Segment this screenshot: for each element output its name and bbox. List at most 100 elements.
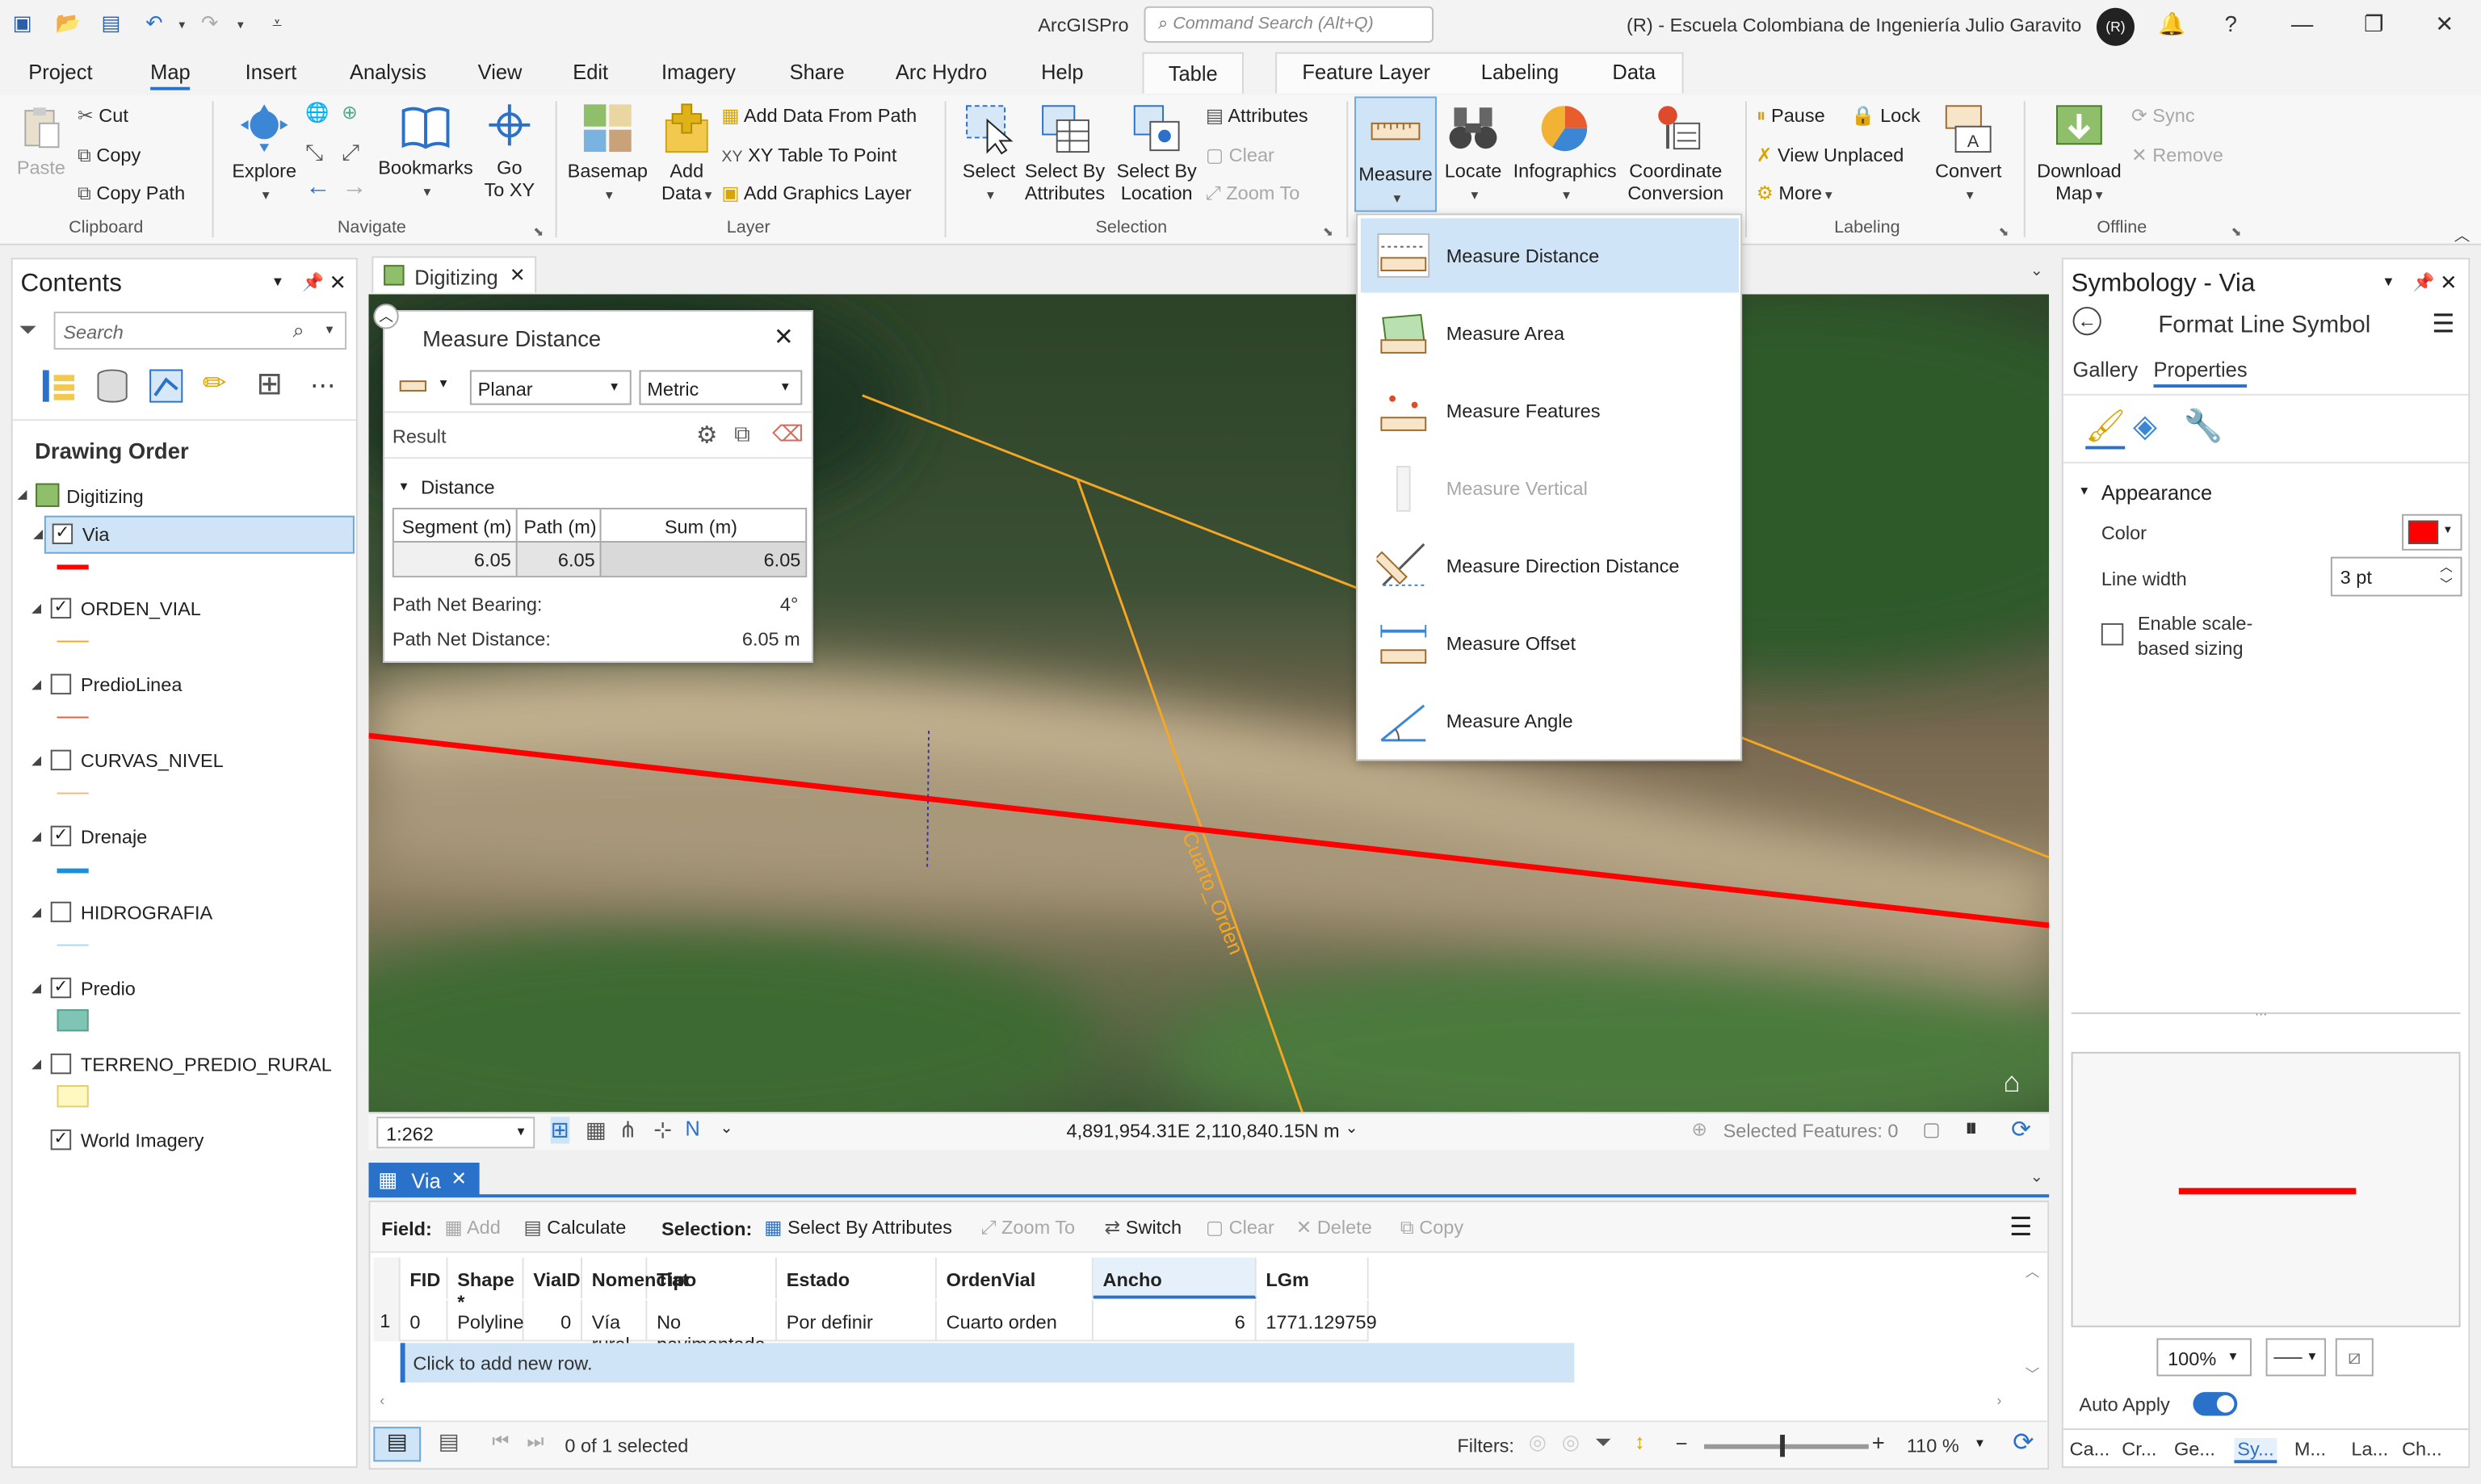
tab-data[interactable]: Data (1612, 60, 1656, 83)
first-record-icon[interactable]: ⏮ (492, 1430, 509, 1453)
explore-button[interactable]: Explore (229, 101, 299, 205)
measure-button[interactable]: Measure (1354, 96, 1437, 212)
zoom-to-table-button[interactable]: ⤢ Zoom To (981, 1217, 1075, 1240)
grid-icon[interactable]: ▦ (586, 1117, 607, 1143)
tab-help[interactable]: Help (1041, 60, 1083, 83)
expand-layer-icon[interactable]: ◢ (31, 1057, 41, 1071)
structure-wrench-icon[interactable]: 🔧 (2184, 407, 2223, 446)
pane-tab[interactable]: Ge... (2174, 1438, 2215, 1460)
help-icon[interactable]: ? (2225, 11, 2237, 36)
forward-arrow-icon[interactable]: → (342, 174, 367, 203)
undo-icon[interactable]: ↶ (145, 11, 162, 36)
attributes-button[interactable]: ▤ Attributes (1206, 104, 1308, 126)
clear-results-eraser-icon[interactable]: ⌫ (772, 421, 804, 447)
notification-bell-icon[interactable]: 🔔 (2158, 11, 2185, 38)
tab-feature-layer[interactable]: Feature Layer (1302, 60, 1430, 83)
zoom-to-selection-button[interactable]: ⤢ Zoom To (1206, 182, 1299, 205)
layer-visibility-checkbox[interactable] (50, 749, 72, 771)
tab-insert[interactable]: Insert (246, 60, 297, 83)
restore-icon[interactable]: ❐ (2364, 11, 2384, 38)
measure-units-select[interactable]: Metric ▾ (639, 370, 803, 405)
collapse-panel-icon[interactable]: ︿ (373, 304, 399, 329)
lock-labeling-button[interactable]: 🔒 Lock (1851, 104, 1921, 126)
filter-extent-icon[interactable]: ◎ (1529, 1430, 1547, 1455)
zoom-in-table-icon[interactable]: + (1872, 1430, 1885, 1455)
close-map-tab-icon[interactable]: ✕ (510, 264, 526, 286)
correction-icon[interactable]: ⊹ (653, 1117, 672, 1143)
fixed-zoom-out-icon[interactable]: ⤢ (342, 139, 359, 166)
pause-labeling-button[interactable]: ⏸ Pause (1757, 104, 1825, 128)
table-cell[interactable]: 0 (523, 1300, 582, 1342)
pin-icon[interactable]: 📌 (302, 272, 324, 293)
tab-digitizing[interactable]: Digitizing ✕ (372, 256, 537, 293)
locate-button[interactable]: Locate (1440, 101, 1506, 205)
data-source-icon[interactable] (95, 367, 130, 405)
select-button[interactable]: Select (954, 101, 1023, 205)
measure-tool-selector[interactable]: ▾ (393, 370, 462, 401)
select-by-attributes-button[interactable]: Select By Attributes (1021, 101, 1110, 204)
fixed-zoom-in-icon[interactable]: ⤡ (305, 139, 323, 166)
coordinate-conversion-button[interactable]: Coordinate Conversion (1623, 101, 1727, 204)
column-header[interactable]: Shape * (447, 1257, 524, 1313)
spin-down-icon[interactable]: ﹀ (2440, 576, 2453, 593)
table-cell[interactable]: 0 (400, 1300, 448, 1342)
layer-item[interactable]: ✓ World Imagery (13, 1123, 356, 1196)
table-tabs-dropdown-icon[interactable]: ⌄ (2030, 1169, 2043, 1187)
table-cell[interactable]: Cuarto orden (936, 1300, 1094, 1342)
constrain-icon[interactable]: ⊞ (550, 1117, 569, 1144)
layers-icon[interactable]: ◈ (2133, 407, 2157, 446)
close-pane-icon[interactable]: ✕ (2440, 270, 2457, 296)
basemap-button[interactable]: Basemap (563, 101, 652, 205)
filter-selection-icon[interactable]: ◎ (1562, 1430, 1580, 1455)
copy-button[interactable]: ⧉ Copy (78, 144, 141, 167)
splitter-grip-icon[interactable]: ⋯ (2255, 1008, 2268, 1022)
status-dropdown-icon[interactable]: ⌄ (720, 1120, 733, 1138)
layer-item[interactable]: ◢ ✓ Drenaje (13, 820, 356, 892)
table-cell[interactable]: Vía rural (581, 1300, 648, 1356)
preview-no-background-icon[interactable]: ⧄ (2335, 1338, 2374, 1377)
symbology-menu-icon[interactable]: ☰ (2432, 308, 2454, 340)
clear-table-selection-button[interactable]: ▢ Clear (1206, 1217, 1274, 1239)
bookmarks-button[interactable]: Bookmarks (376, 101, 474, 202)
column-header[interactable]: OrdenVial (937, 1257, 1094, 1299)
pane-tab[interactable]: La... (2351, 1438, 2388, 1460)
menu-item-measure-angle[interactable]: Measure Angle (1361, 683, 1739, 757)
filter-icon[interactable]: ⏷ (19, 317, 37, 343)
navigator-icon[interactable]: ⌂ (2003, 1067, 2020, 1100)
column-header[interactable]: Estado (777, 1257, 937, 1299)
add-new-row[interactable]: Click to add new row. (400, 1343, 1575, 1383)
redo-dropdown-icon[interactable]: ▾ (237, 18, 244, 32)
delete-button[interactable]: ✕ Delete (1296, 1217, 1372, 1239)
copy-results-icon[interactable]: ⧉ (734, 421, 750, 447)
column-header[interactable]: FID (401, 1257, 448, 1299)
add-data-from-path-button[interactable]: ▦ Add Data From Path (721, 104, 917, 126)
go-to-xy-button[interactable]: Go To XY (481, 101, 539, 201)
table-cell[interactable]: Por definir (776, 1300, 937, 1342)
pane-options-icon[interactable]: ▾ (2385, 274, 2393, 291)
symbol-properties-brush-icon[interactable]: 🖌 (2085, 407, 2126, 450)
tab-labeling[interactable]: Labeling (1481, 60, 1559, 83)
refresh-selection-icon[interactable]: ▢ (1922, 1118, 1940, 1140)
layer-item[interactable]: ◢ ✓ Via (33, 515, 355, 554)
refresh-map-icon[interactable]: ⟳ (2011, 1115, 2031, 1143)
snapping-view-icon[interactable]: ⊞ (256, 364, 283, 404)
tab-via-table[interactable]: ▦ Via ✕ (368, 1163, 480, 1198)
layer-item[interactable]: ◢ TERRENO_PREDIO_RURAL (13, 1047, 356, 1120)
table-cell[interactable]: No pavimentada (647, 1300, 777, 1356)
add-data-button[interactable]: Add Data (655, 101, 718, 205)
editing-view-icon[interactable]: ✏ (203, 367, 227, 400)
more-options-icon[interactable]: ⋯ (310, 370, 335, 401)
column-header[interactable]: ViaID (523, 1257, 582, 1299)
redo-icon[interactable]: ↷ (201, 11, 218, 36)
layer-visibility-checkbox[interactable]: ✓ (52, 523, 73, 544)
tab-gallery[interactable]: Gallery (2073, 358, 2139, 381)
expand-layer-icon[interactable]: ◢ (31, 677, 41, 692)
drawing-order-icon[interactable] (40, 367, 78, 405)
north-arrow-icon[interactable]: N (685, 1117, 699, 1140)
tab-analysis[interactable]: Analysis (350, 60, 426, 83)
expand-layer-icon[interactable]: ◢ (31, 981, 41, 996)
close-pane-icon[interactable]: ✕ (330, 270, 346, 296)
infographics-button[interactable]: Infographics (1509, 101, 1620, 205)
close-window-icon[interactable]: ✕ (2435, 11, 2454, 38)
layer-visibility-checkbox[interactable] (50, 901, 72, 923)
